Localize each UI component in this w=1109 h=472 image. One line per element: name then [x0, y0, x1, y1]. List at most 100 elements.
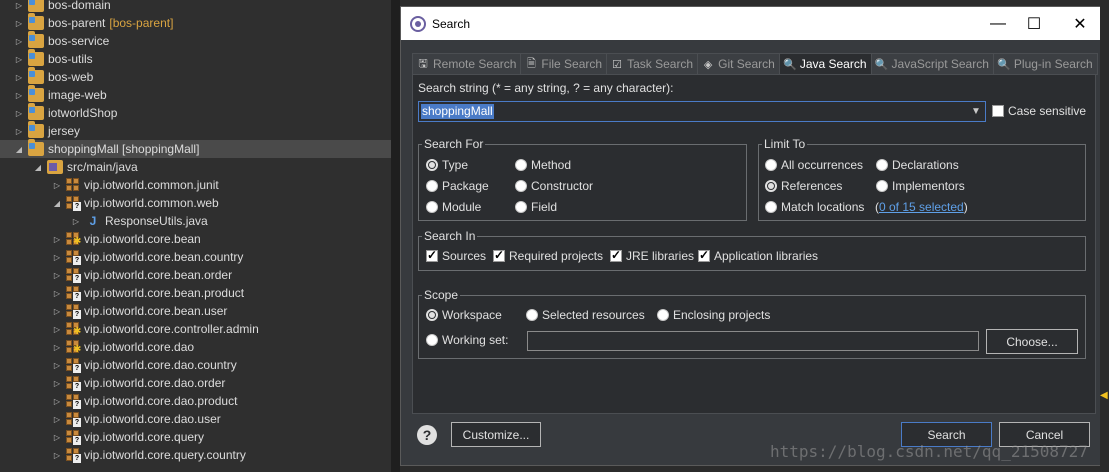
tab-label: Remote Search	[433, 57, 517, 71]
radio-method[interactable]	[515, 159, 527, 171]
tab-remote-search[interactable]: 🖫 Remote Search	[412, 53, 522, 75]
tree-row[interactable]: ▷ bos-domain	[0, 0, 391, 14]
collapsed-arrow-icon[interactable]: ▷	[14, 86, 24, 104]
tree-row[interactable]: ▷? vip.iotworld.core.dao.user	[0, 410, 391, 428]
project-folder-icon	[28, 103, 44, 120]
tree-row[interactable]: ▷? vip.iotworld.core.dao.order	[0, 374, 391, 392]
collapsed-arrow-icon[interactable]: ▷	[14, 32, 24, 50]
match-locations-link[interactable]: 0 of 15 selected	[879, 200, 964, 214]
choose-button[interactable]: Choose...	[986, 329, 1078, 354]
tree-row[interactable]: ◢ src/main/java	[0, 158, 391, 176]
radio-module[interactable]	[426, 201, 438, 213]
tree-item-label: ResponseUtils.java	[105, 214, 208, 228]
collapsed-arrow-icon[interactable]: ▷	[52, 392, 62, 410]
tree-row[interactable]: ▷? vip.iotworld.core.bean.product	[0, 284, 391, 302]
tab-java-search[interactable]: 🔍 Java Search	[778, 53, 872, 75]
working-set-field[interactable]	[527, 331, 979, 351]
radio-match-locations[interactable]	[765, 201, 777, 213]
collapsed-arrow-icon[interactable]: ▷	[52, 410, 62, 428]
radio-working-set[interactable]	[426, 334, 438, 346]
collapsed-arrow-icon[interactable]: ▷	[52, 302, 62, 320]
package-icon: ?	[66, 286, 81, 301]
maximize-button[interactable]: ☐	[1011, 7, 1057, 40]
collapsed-arrow-icon[interactable]: ▷	[52, 230, 62, 248]
collapsed-arrow-icon[interactable]: ▷	[14, 14, 24, 32]
tab-file-search[interactable]: 🗎 File Search	[520, 53, 608, 75]
tab-task-search[interactable]: ☑ Task Search	[606, 53, 699, 75]
tree-item-label: vip.iotworld.core.query.country	[84, 448, 246, 462]
radio-all-occurrences[interactable]	[765, 159, 777, 171]
radio-enclosing-projects[interactable]	[657, 309, 669, 321]
collapsed-arrow-icon[interactable]: ▷	[14, 68, 24, 86]
tree-row[interactable]: ▷ ✱ vip.iotworld.core.controller.admin	[0, 320, 391, 338]
expanded-arrow-icon[interactable]: ◢	[33, 158, 43, 176]
close-button[interactable]: ✕	[1057, 7, 1103, 40]
collapsed-arrow-icon[interactable]: ▷	[14, 122, 24, 140]
tree-row[interactable]: ▷? vip.iotworld.core.dao.product	[0, 392, 391, 410]
tree-row[interactable]: ◢ shoppingMall [shoppingMall]	[0, 139, 391, 158]
tree-row[interactable]: ▷ bos-parent [bos-parent]	[0, 13, 391, 32]
collapsed-arrow-icon[interactable]: ▷	[52, 428, 62, 446]
tab-plug-in-search[interactable]: 🔍 Plug-in Search	[992, 53, 1098, 75]
radio-workspace-label: Workspace	[442, 308, 502, 322]
tree-row[interactable]: ▷? vip.iotworld.core.query.country	[0, 446, 391, 464]
tree-row[interactable]: ▷? vip.iotworld.core.dao.country	[0, 356, 391, 374]
radio-references[interactable]	[765, 180, 777, 192]
tree-row[interactable]: ▷ bos-web	[0, 67, 391, 86]
radio-constructor[interactable]	[515, 180, 527, 192]
collapsed-arrow-icon[interactable]: ▷	[14, 104, 24, 122]
tree-row[interactable]: ▷ image-web	[0, 85, 391, 104]
collapsed-arrow-icon[interactable]: ▷	[14, 50, 24, 68]
radio-match-locations-label: Match locations	[781, 200, 865, 214]
expanded-arrow-icon[interactable]: ◢	[52, 194, 62, 212]
tree-row[interactable]: ▷ ✱ vip.iotworld.core.dao	[0, 338, 391, 356]
radio-type[interactable]	[426, 159, 438, 171]
tree-item-label: bos-parent	[48, 16, 106, 30]
checkbox-required-projects[interactable]	[493, 248, 505, 262]
tree-row[interactable]: ▷ bos-service	[0, 31, 391, 50]
tree-row[interactable]: ▷ vip.iotworld.common.junit	[0, 176, 391, 194]
tree-row[interactable]: ▷ J ResponseUtils.java	[0, 212, 391, 230]
collapsed-arrow-icon[interactable]: ▷	[52, 266, 62, 284]
tree-row[interactable]: ▷? vip.iotworld.core.bean.order	[0, 266, 391, 284]
tree-row[interactable]: ▷ bos-utils	[0, 49, 391, 68]
search-string-combo[interactable]: shoppingMall ▼	[418, 101, 986, 122]
help-icon[interactable]: ?	[417, 425, 437, 445]
tree-row[interactable]: ▷ jersey	[0, 121, 391, 140]
collapsed-arrow-icon[interactable]: ▷	[14, 0, 24, 14]
tree-row[interactable]: ▷? vip.iotworld.core.bean.country	[0, 248, 391, 266]
collapsed-arrow-icon[interactable]: ▷	[52, 284, 62, 302]
checkbox-jre-libraries[interactable]	[610, 248, 622, 262]
radio-implementors[interactable]	[876, 180, 888, 192]
chevron-down-icon[interactable]: ▼	[967, 102, 985, 121]
tree-row[interactable]: ▷ iotworldShop	[0, 103, 391, 122]
package-icon: ?	[66, 394, 81, 409]
tab-javascript-search[interactable]: 🔍 JavaScript Search	[870, 53, 994, 75]
collapsed-arrow-icon[interactable]: ▷	[52, 176, 62, 194]
customize-button[interactable]: Customize...	[451, 422, 541, 447]
collapsed-arrow-icon[interactable]: ▷	[52, 374, 62, 392]
case-sensitive-checkbox[interactable]	[992, 105, 1004, 117]
collapsed-arrow-icon[interactable]: ▷	[52, 338, 62, 356]
expanded-arrow-icon[interactable]: ◢	[14, 140, 24, 158]
plugin-search-icon: 🔍	[997, 58, 1011, 71]
radio-declarations[interactable]	[876, 159, 888, 171]
radio-selected-resources[interactable]	[526, 309, 538, 321]
checkbox-sources[interactable]	[426, 248, 438, 262]
collapsed-arrow-icon[interactable]: ▷	[71, 212, 81, 230]
radio-field[interactable]	[515, 201, 527, 213]
search-string-value[interactable]: shoppingMall	[421, 104, 494, 119]
tree-row[interactable]: ▷? vip.iotworld.core.bean.user	[0, 302, 391, 320]
tree-row[interactable]: ◢? vip.iotworld.common.web	[0, 194, 391, 212]
tree-row[interactable]: ▷? vip.iotworld.core.query	[0, 428, 391, 446]
radio-enclosing-projects-label: Enclosing projects	[673, 308, 771, 322]
collapsed-arrow-icon[interactable]: ▷	[52, 320, 62, 338]
collapsed-arrow-icon[interactable]: ▷	[52, 248, 62, 266]
radio-package[interactable]	[426, 180, 438, 192]
tab-git-search[interactable]: ◈ Git Search	[697, 53, 780, 75]
collapsed-arrow-icon[interactable]: ▷	[52, 356, 62, 374]
checkbox-application-libraries[interactable]	[698, 248, 710, 262]
collapsed-arrow-icon[interactable]: ▷	[52, 446, 62, 464]
radio-workspace[interactable]	[426, 309, 438, 321]
tree-row[interactable]: ▷ ✱ vip.iotworld.core.bean	[0, 230, 391, 248]
